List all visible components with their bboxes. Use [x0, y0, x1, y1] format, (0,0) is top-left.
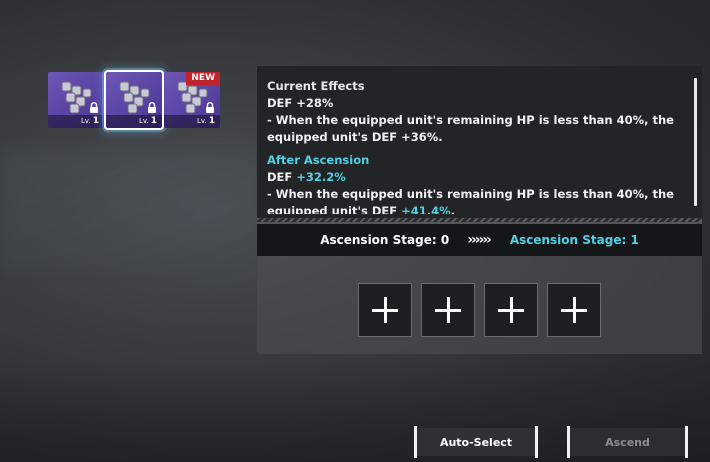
stage-arrows-icon: ››››››	[467, 232, 492, 248]
current-stage: Ascension Stage: 0	[320, 233, 450, 247]
equipment-card[interactable]: Lv. 1	[48, 72, 104, 128]
current-effects-heading: Current Effects	[267, 79, 365, 93]
auto-select-button[interactable]: Auto-Select	[414, 426, 538, 458]
current-condition: - When the equipped unit's remaining HP …	[267, 113, 674, 127]
lock-icon	[206, 102, 214, 113]
after-def: DEF +32.2%	[267, 170, 346, 184]
current-def: DEF +28%	[267, 96, 334, 110]
lock-icon	[148, 102, 156, 113]
equipment-card[interactable]: NEW Lv. 1	[164, 72, 220, 128]
next-stage: Ascension Stage: 1	[509, 233, 639, 247]
material-slot[interactable]	[421, 283, 475, 337]
background-blur	[0, 150, 260, 270]
effects-scrollbar[interactable]	[694, 78, 697, 206]
material-slot[interactable]	[484, 283, 538, 337]
material-slot[interactable]	[547, 283, 601, 337]
ascension-stage-bar: Ascension Stage: 0 ›››››› Ascension Stag…	[257, 224, 702, 256]
ascend-button[interactable]: Ascend	[567, 426, 688, 458]
effects-text: Current Effects DEF +28% - When the equi…	[267, 78, 684, 214]
material-slot[interactable]	[358, 283, 412, 337]
after-ascension-heading: After Ascension	[267, 153, 370, 167]
equipment-card-selected[interactable]: Lv. 1	[104, 70, 164, 130]
new-badge: NEW	[186, 72, 220, 85]
divider	[257, 218, 702, 222]
current-condition-cont: equipped unit's DEF +36%.	[267, 130, 443, 144]
after-condition-cont: equipped unit's DEF +41.4%.	[267, 204, 456, 214]
lock-icon	[90, 102, 98, 113]
material-slots-panel	[257, 256, 702, 354]
level-indicator: Lv. 1	[106, 115, 162, 128]
level-indicator: Lv. 1	[164, 115, 220, 128]
level-indicator: Lv. 1	[48, 115, 104, 128]
after-condition: - When the equipped unit's remaining HP …	[267, 187, 674, 201]
effects-panel[interactable]: Current Effects DEF +28% - When the equi…	[257, 66, 702, 224]
